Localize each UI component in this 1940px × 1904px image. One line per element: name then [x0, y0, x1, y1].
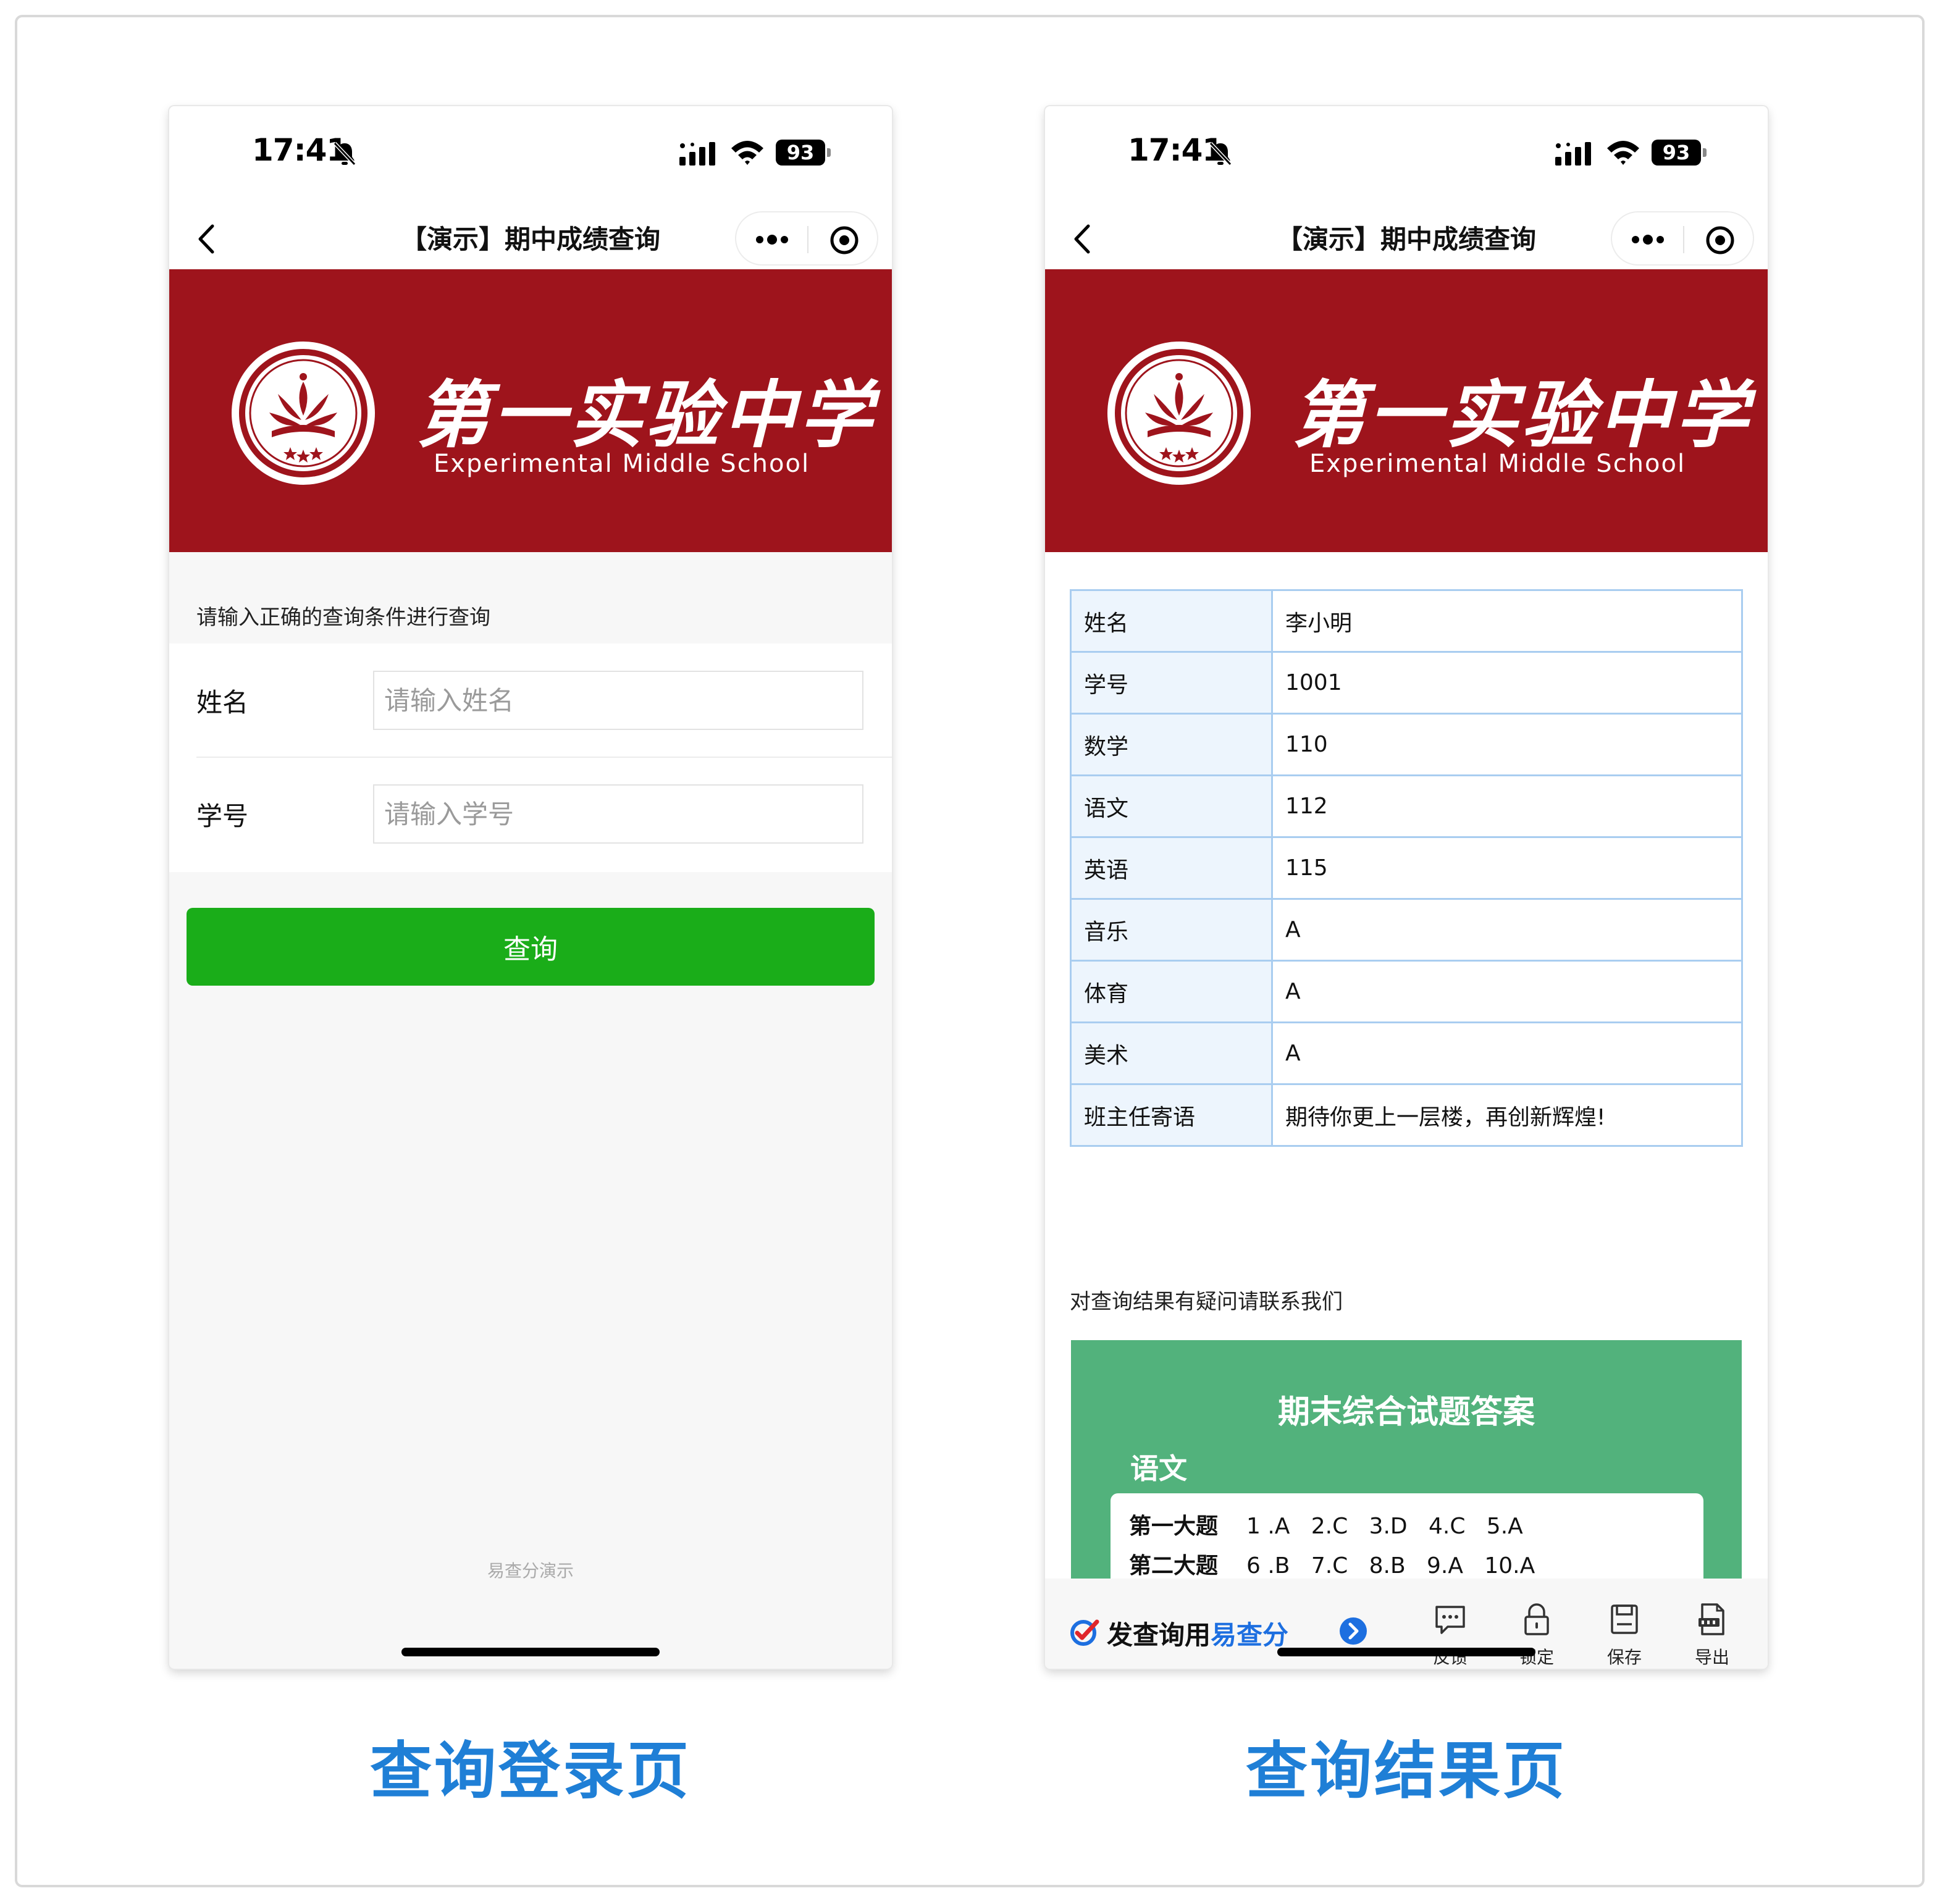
answer-section-label: 第一大题	[1129, 1514, 1219, 1539]
battery-indicator: 93	[1652, 140, 1707, 166]
row-key: 班主任寄语	[1070, 1083, 1273, 1147]
row-value: 李小明	[1271, 589, 1743, 653]
table-row: 数学 110	[1070, 713, 1743, 776]
query-form: 姓名 学号	[169, 644, 892, 872]
miniprogram-capsule	[735, 211, 878, 266]
school-banner: 第一实验中学 Experimental Middle School	[1045, 269, 1768, 552]
more-icon[interactable]	[754, 227, 791, 252]
answer-values: 6 .B 7.C 8.B 9.A 10.A	[1246, 1553, 1535, 1579]
brand-prefix: 发查询用	[1107, 1620, 1211, 1650]
caption-login-page: 查询登录页	[370, 1735, 691, 1807]
close-target-icon[interactable]	[829, 225, 860, 256]
row-key: 语文	[1070, 774, 1273, 838]
query-button[interactable]: 查询	[187, 908, 875, 986]
id-label: 学号	[196, 801, 249, 831]
student-id-input[interactable]	[373, 784, 863, 844]
brand-logo-icon	[1070, 1619, 1099, 1646]
answer-card[interactable]: 期末综合试题答案 语文 第一大题 1 .A 2.C 3.D 4.C 5.A 第二大…	[1071, 1340, 1742, 1579]
more-icon[interactable]	[1629, 227, 1666, 252]
nav-bar: 【演示】期中成绩查询	[169, 205, 892, 269]
battery-level: 93	[786, 141, 815, 164]
row-key: 英语	[1070, 836, 1273, 900]
bell-muted-icon	[1209, 141, 1232, 166]
save-label: 保存	[1606, 1647, 1642, 1667]
nav-bar: 【演示】期中成绩查询	[1045, 205, 1768, 269]
row-value: 期待你更上一层楼，再创新辉煌!	[1271, 1083, 1743, 1147]
lock-button[interactable]: 锁定	[1506, 1602, 1568, 1669]
table-row: 语文 112	[1070, 774, 1743, 838]
row-value: 115	[1271, 836, 1743, 900]
feedback-icon	[1435, 1606, 1465, 1634]
signal-icon	[1555, 142, 1591, 166]
wifi-icon	[1607, 141, 1639, 165]
export-label: 导出	[1694, 1647, 1729, 1667]
miniprogram-capsule	[1611, 211, 1754, 266]
table-row: 姓名 李小明	[1070, 589, 1743, 653]
login-phone-screen: 17:41 93 【演示】期中成绩查询 第一实验中学 Experimental …	[169, 106, 892, 1669]
name-input[interactable]	[373, 671, 863, 730]
status-bar: 17:41 93	[169, 106, 892, 205]
answer-line: 第二大题 6 .B 7.C 8.B 9.A 10.A	[1129, 1548, 1535, 1579]
score-table: 姓名 李小明 学号 1001 数学 110 语文 112 英语 115 音乐 A 体育 A 美…	[1070, 589, 1743, 1147]
save-button[interactable]: 保存	[1594, 1602, 1655, 1669]
feedback-button[interactable]: 反馈	[1419, 1602, 1481, 1669]
status-bar: 17:41 93	[1045, 106, 1768, 205]
row-key: 学号	[1070, 651, 1273, 715]
answer-box: 第一大题 1 .A 2.C 3.D 4.C 5.A 第二大题 6 .B 7.C 8.…	[1111, 1493, 1703, 1579]
lock-icon	[1524, 1603, 1549, 1635]
pdf-icon	[1699, 1603, 1724, 1635]
school-name-cn: 第一实验中学	[416, 372, 876, 458]
table-row: 英语 115	[1070, 836, 1743, 900]
row-key: 美术	[1070, 1021, 1273, 1085]
result-area: 姓名 李小明 学号 1001 数学 110 语文 112 英语 115 音乐 A 体育 A 美…	[1045, 552, 1768, 1579]
home-indicator	[1277, 1648, 1535, 1656]
row-value: 110	[1271, 713, 1743, 776]
contact-link[interactable]: 对查询结果有疑问请联系我们	[1070, 1285, 1343, 1315]
table-row: 体育 A	[1070, 960, 1743, 1023]
school-name-en: Experimental Middle School	[434, 450, 810, 478]
school-name-cn: 第一实验中学	[1292, 372, 1752, 458]
chevron-right-icon	[1340, 1617, 1367, 1645]
answer-values: 1 .A 2.C 3.D 4.C 5.A	[1246, 1514, 1523, 1539]
school-name-en: Experimental Middle School	[1309, 450, 1686, 478]
row-value: A	[1271, 1021, 1743, 1085]
battery-indicator: 93	[776, 140, 831, 166]
save-icon	[1611, 1604, 1638, 1634]
battery-level: 93	[1662, 141, 1690, 164]
signal-icon	[679, 142, 715, 166]
footer-text: 易查分演示	[487, 1561, 574, 1581]
answer-card-title: 期末综合试题答案	[1277, 1394, 1535, 1431]
school-emblem-icon	[1107, 342, 1251, 485]
export-button[interactable]: 导出	[1681, 1602, 1743, 1669]
answer-section-label: 第二大题	[1129, 1553, 1219, 1579]
table-row: 班主任寄语 期待你更上一层楼，再创新辉煌!	[1070, 1083, 1743, 1147]
answer-card-subject: 语文	[1130, 1452, 1187, 1485]
form-row-id: 学号	[169, 757, 892, 871]
row-value: 112	[1271, 774, 1743, 838]
form-row-name: 姓名	[169, 644, 892, 758]
brand-text: 发查询用易查分	[1107, 1614, 1288, 1652]
row-key: 姓名	[1070, 589, 1273, 653]
table-row: 音乐 A	[1070, 898, 1743, 962]
home-indicator	[401, 1648, 660, 1656]
name-label: 姓名	[196, 687, 249, 718]
row-value: 1001	[1271, 651, 1743, 715]
caption-result-page: 查询结果页	[1246, 1735, 1567, 1807]
row-value: A	[1271, 898, 1743, 962]
table-row: 美术 A	[1070, 1021, 1743, 1085]
row-value: A	[1271, 960, 1743, 1023]
row-key: 体育	[1070, 960, 1273, 1023]
school-banner: 第一实验中学 Experimental Middle School	[169, 269, 892, 552]
table-row: 学号 1001	[1070, 651, 1743, 715]
row-key: 数学	[1070, 713, 1273, 776]
wifi-icon	[731, 141, 763, 165]
query-hint: 请输入正确的查询条件进行查询	[196, 605, 490, 630]
result-phone-screen: 17:41 93 【演示】期中成绩查询 第一实验中学 Experimental …	[1045, 106, 1768, 1669]
close-target-icon[interactable]	[1705, 225, 1736, 256]
bell-muted-icon	[333, 141, 356, 166]
brand-highlight: 易查分	[1211, 1620, 1289, 1650]
school-emblem-icon	[232, 342, 375, 485]
answer-line: 第一大题 1 .A 2.C 3.D 4.C 5.A	[1129, 1508, 1523, 1540]
row-key: 音乐	[1070, 898, 1273, 962]
